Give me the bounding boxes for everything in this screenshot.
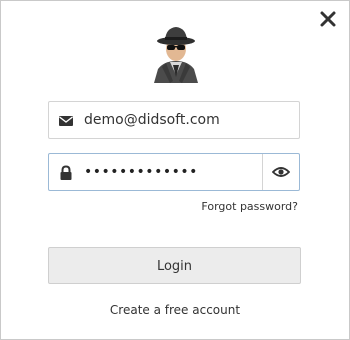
- envelope-icon: [58, 113, 74, 129]
- lock-icon: [58, 165, 74, 181]
- login-button[interactable]: Login: [48, 247, 301, 284]
- password-field[interactable]: •••••••••••••: [48, 153, 300, 191]
- password-value: •••••••••••••: [84, 164, 198, 180]
- close-icon[interactable]: [319, 10, 337, 28]
- show-password-toggle[interactable]: [262, 154, 299, 190]
- login-dialog: demo@didsoft.com ••••••••••••• Forgot pa…: [0, 0, 350, 340]
- spy-avatar-icon: [144, 21, 208, 85]
- forgot-password-link[interactable]: Forgot password?: [201, 200, 298, 213]
- email-value: demo@didsoft.com: [84, 112, 220, 128]
- email-field[interactable]: demo@didsoft.com: [48, 101, 300, 139]
- eye-icon: [272, 167, 290, 177]
- create-account-link[interactable]: Create a free account: [1, 303, 349, 317]
